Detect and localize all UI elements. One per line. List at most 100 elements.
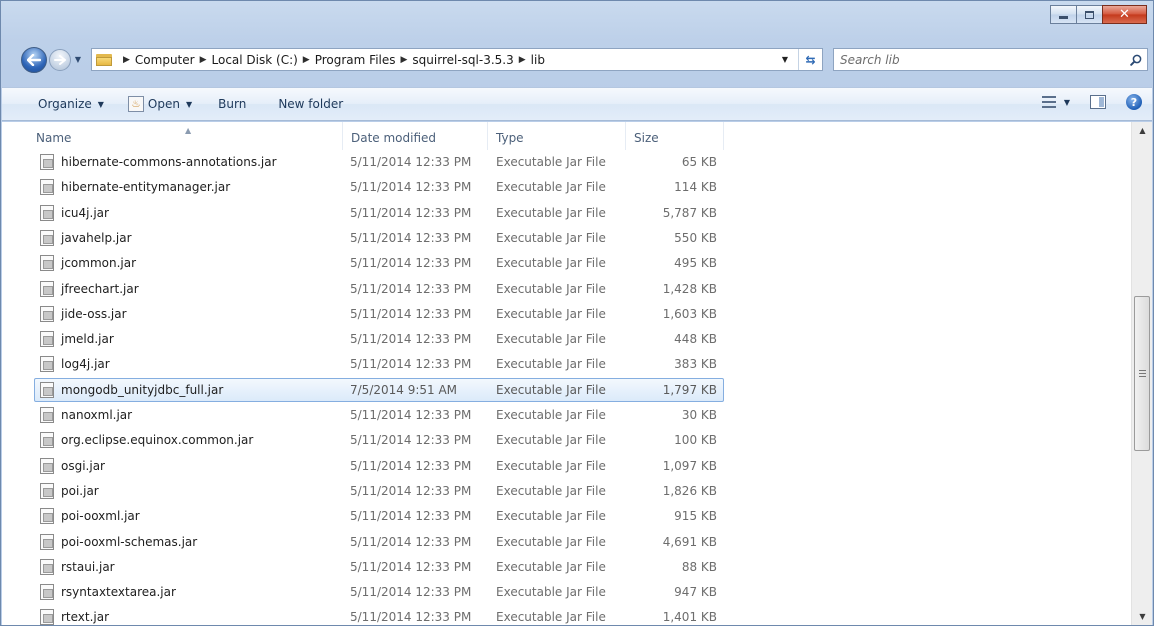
file-name: hibernate-commons-annotations.jar: [61, 155, 277, 169]
file-name: rsyntaxtextarea.jar: [61, 585, 176, 600]
minimize-icon: [1059, 16, 1068, 19]
jar-file-icon: [40, 609, 54, 625]
maximize-button[interactable]: [1076, 5, 1103, 24]
file-size: 1,097 KB: [662, 458, 717, 473]
file-row[interactable]: org.eclipse.equinox.common.jar 5/11/2014 …: [34, 428, 724, 452]
file-row[interactable]: rtext.jar 5/11/2014 12:33 PM Executable Ja…: [34, 605, 724, 625]
breadcrumb-separator-icon[interactable]: ▶: [123, 55, 130, 65]
column-header-name[interactable]: ▲ Name: [28, 122, 343, 150]
new-folder-label: New folder: [278, 97, 344, 111]
file-row[interactable]: hibernate-entitymanager.jar 5/11/2014 12:…: [34, 175, 724, 199]
breadcrumb-item[interactable]: lib: [531, 53, 545, 67]
breadcrumb-item[interactable]: Program Files: [315, 53, 396, 67]
caption-buttons: ✕: [1050, 5, 1147, 24]
file-date-modified: 5/11/2014 12:33 PM: [350, 458, 472, 473]
change-view-button[interactable]: ▼: [1041, 96, 1070, 108]
file-row[interactable]: poi-ooxml-schemas.jar 5/11/2014 12:33 PM E…: [34, 530, 724, 554]
jar-file-icon: [40, 584, 54, 601]
file-row[interactable]: mongodb_unityjdbc_full.jar 7/5/2014 9:51 …: [34, 377, 724, 402]
breadcrumb-separator-icon[interactable]: ▶: [303, 55, 310, 65]
search-icon[interactable]: [1125, 49, 1147, 70]
minimize-button[interactable]: [1050, 5, 1077, 24]
forward-button[interactable]: [49, 49, 71, 71]
file-row[interactable]: jfreechart.jar 5/11/2014 12:33 PM Executab…: [34, 277, 724, 301]
file-size: 383 KB: [674, 357, 717, 372]
file-name: mongodb_unityjdbc_full.jar: [61, 382, 224, 397]
jar-file-icon: [40, 204, 54, 221]
file-name: poi-ooxml.jar: [61, 509, 140, 524]
breadcrumb-separator-icon[interactable]: ▶: [519, 55, 526, 65]
file-type: Executable Jar File: [496, 155, 606, 169]
folder-icon: [96, 53, 112, 66]
back-arrow-icon: [27, 54, 41, 66]
file-name: jfreechart.jar: [61, 281, 139, 296]
file-date-modified: 5/11/2014 12:33 PM: [350, 433, 472, 448]
file-row[interactable]: nanoxml.jar 5/11/2014 12:33 PM Executable …: [34, 403, 724, 427]
breadcrumb-separator-icon[interactable]: ▶: [401, 55, 408, 65]
file-row[interactable]: hibernate-commons-annotations.jar 5/11/20…: [34, 150, 724, 174]
file-row[interactable]: jide-oss.jar 5/11/2014 12:33 PM Executable…: [34, 302, 724, 326]
jar-file-icon: [40, 558, 54, 575]
back-button[interactable]: [21, 47, 47, 73]
file-row[interactable]: javahelp.jar 5/11/2014 12:33 PM Executable…: [34, 226, 724, 250]
file-name: jide-oss.jar: [61, 306, 127, 321]
file-date-modified: 7/5/2014 9:51 AM: [350, 382, 458, 397]
open-label: Open: [147, 97, 180, 111]
file-name: poi-ooxml-schemas.jar: [61, 534, 198, 549]
address-dropdown-button[interactable]: ▼: [775, 49, 795, 70]
file-size: 448 KB: [674, 332, 717, 347]
file-date-modified: 5/11/2014 12:33 PM: [350, 534, 472, 549]
jar-file-icon: [40, 331, 54, 348]
search-input[interactable]: [834, 49, 1125, 70]
scroll-up-button[interactable]: ▲: [1132, 122, 1152, 139]
chevron-down-icon[interactable]: ▼: [186, 100, 192, 109]
new-folder-button[interactable]: New folder: [272, 92, 349, 116]
file-date-modified: 5/11/2014 12:33 PM: [350, 408, 472, 422]
preview-pane-icon[interactable]: [1090, 95, 1106, 109]
column-header-label: Size: [634, 131, 659, 145]
help-icon[interactable]: ?: [1126, 94, 1142, 110]
breadcrumb-separator-icon[interactable]: ▶: [200, 55, 207, 65]
file-row[interactable]: jcommon.jar 5/11/2014 12:33 PM Executable …: [34, 251, 724, 275]
file-type: Executable Jar File: [496, 534, 606, 549]
file-row[interactable]: rstaui.jar 5/11/2014 12:33 PM Executable J…: [34, 555, 724, 579]
jar-file-icon: [40, 381, 54, 398]
organize-button[interactable]: Organize ▼: [32, 92, 110, 116]
file-row[interactable]: rsyntaxtextarea.jar 5/11/2014 12:33 PM Exe…: [34, 580, 724, 604]
breadcrumb-item[interactable]: squirrel-sql-3.5.3: [412, 53, 513, 67]
scroll-down-button[interactable]: ▼: [1132, 608, 1152, 625]
burn-label: Burn: [218, 97, 247, 111]
file-row[interactable]: log4j.jar 5/11/2014 12:33 PM Executable Ja…: [34, 352, 724, 376]
file-size: 915 KB: [674, 509, 717, 524]
maximize-icon: [1085, 10, 1094, 19]
file-size: 5,787 KB: [662, 205, 717, 220]
column-header-size[interactable]: Size: [626, 122, 724, 150]
address-bar[interactable]: ▶ Computer ▶ Local Disk (C:) ▶ Program F…: [91, 48, 823, 71]
breadcrumb-item[interactable]: Local Disk (C:): [212, 53, 298, 67]
file-type: Executable Jar File: [496, 230, 606, 245]
burn-button[interactable]: Burn: [212, 92, 252, 116]
file-name: javahelp.jar: [61, 230, 132, 245]
column-header-type[interactable]: Type: [488, 122, 626, 150]
file-row[interactable]: jmeld.jar 5/11/2014 12:33 PM Executable Ja…: [34, 327, 724, 351]
breadcrumb-item[interactable]: Computer: [135, 53, 195, 67]
column-header-date-modified[interactable]: Date modified: [343, 122, 488, 150]
close-button[interactable]: ✕: [1102, 5, 1147, 24]
scroll-thumb[interactable]: [1134, 296, 1150, 451]
file-name: jcommon.jar: [61, 256, 137, 271]
file-name: icu4j.jar: [61, 205, 109, 220]
file-type: Executable Jar File: [496, 180, 606, 195]
file-type: Executable Jar File: [496, 483, 606, 498]
vertical-scrollbar[interactable]: ▲ ▼: [1131, 122, 1152, 625]
open-button[interactable]: ♨ Open ▼: [122, 92, 198, 116]
file-type: Executable Jar File: [496, 509, 606, 524]
file-row[interactable]: osgi.jar 5/11/2014 12:33 PM Executable Jar…: [34, 454, 724, 478]
navigation-bar: ▼ ▶ Computer ▶ Local Disk (C:) ▶ Program…: [1, 44, 1153, 76]
file-date-modified: 5/11/2014 12:33 PM: [350, 256, 472, 271]
file-row[interactable]: poi.jar 5/11/2014 12:33 PM Executable Jar …: [34, 479, 724, 503]
file-row[interactable]: icu4j.jar 5/11/2014 12:33 PM Executable Ja…: [34, 201, 724, 225]
recent-pages-button[interactable]: ▼: [73, 54, 83, 64]
refresh-button[interactable]: ⇆: [798, 49, 822, 70]
file-row[interactable]: poi-ooxml.jar 5/11/2014 12:33 PM Executabl…: [34, 504, 724, 528]
file-date-modified: 5/11/2014 12:33 PM: [350, 357, 472, 372]
